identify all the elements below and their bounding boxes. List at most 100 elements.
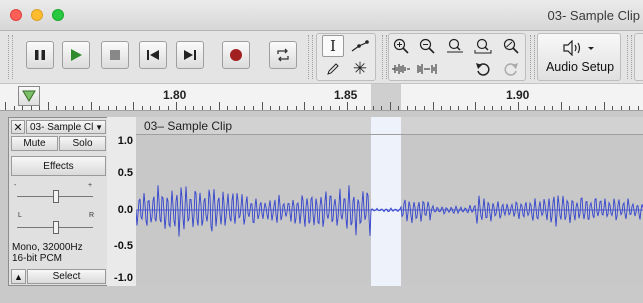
amplitude-label: 0.5: [117, 167, 133, 179]
ruler-tick: [47, 102, 49, 110]
zoom-toggle-button[interactable]: [500, 35, 522, 57]
skip-to-start-button[interactable]: [139, 41, 167, 69]
redo-button[interactable]: [500, 58, 522, 80]
ruler-tick: [535, 106, 537, 110]
stop-button[interactable]: [101, 41, 129, 69]
amplitude-label: 0.0: [117, 204, 133, 216]
zoom-out-button[interactable]: [416, 35, 438, 57]
ruler-tick: [458, 106, 460, 110]
zoom-in-button[interactable]: [390, 35, 412, 57]
ruler-label: 1.90: [506, 88, 530, 102]
multi-tool-button[interactable]: ✳: [349, 58, 371, 80]
ruler-tick: [603, 102, 605, 110]
zoom-fit-icon: [474, 38, 492, 54]
zoom-out-icon: [419, 38, 435, 54]
toolbar-grip[interactable]: [308, 35, 313, 79]
timeline-ruler[interactable]: 1.80 1.85 1.90: [0, 84, 643, 111]
toolbar-grip[interactable]: [530, 35, 535, 79]
collapse-track-button[interactable]: ▲: [11, 269, 26, 284]
ruler-tick: [99, 106, 101, 110]
ruler-tick: [184, 106, 186, 110]
toolbar-grip[interactable]: [627, 35, 632, 79]
ruler-tick: [124, 106, 126, 110]
ruler-tick: [612, 106, 614, 110]
undo-button[interactable]: [472, 58, 494, 80]
zoom-in-icon: [393, 38, 409, 54]
fit-project-button[interactable]: [472, 35, 494, 57]
envelope-tool-button[interactable]: [349, 35, 371, 57]
window-title: 03- Sample Clip: [547, 8, 641, 23]
pan-slider-thumb[interactable]: [53, 221, 59, 234]
pencil-icon: [327, 63, 339, 75]
ruler-tick: [201, 106, 203, 110]
redo-icon: [504, 63, 518, 76]
close-track-button[interactable]: ✕: [11, 120, 25, 134]
skip-to-end-button[interactable]: [176, 41, 204, 69]
edit-panel: [388, 33, 526, 81]
ruler-tick: [509, 106, 511, 110]
mute-button[interactable]: Mute: [11, 136, 58, 151]
ruler-tick: [475, 102, 477, 110]
amplitude-label: 1.0: [117, 135, 133, 147]
speaker-icon: [563, 40, 594, 56]
select-track-button[interactable]: Select: [27, 269, 106, 284]
ruler-tick: [22, 106, 24, 110]
ruler-tick: [133, 102, 135, 110]
ruler-tick: [270, 106, 272, 110]
waveform[interactable]: [136, 117, 643, 286]
record-icon: [230, 49, 242, 61]
ruler-tick: [466, 106, 468, 110]
clip-header[interactable]: 03– Sample Clip: [136, 117, 643, 135]
timeline-options-button[interactable]: [18, 86, 40, 106]
play-icon: [71, 49, 82, 61]
effects-button[interactable]: Effects: [11, 156, 106, 176]
silence-audio-button[interactable]: [416, 58, 438, 80]
trim-outside-button[interactable]: [390, 58, 412, 80]
record-button[interactable]: [222, 41, 250, 69]
audio-setup-button[interactable]: Audio Setup: [537, 33, 621, 81]
skip-to-start-icon: [147, 50, 159, 60]
share-audio-panel[interactable]: [634, 33, 643, 81]
toolbar-grip[interactable]: [8, 35, 13, 79]
ruler-tick: [5, 102, 6, 110]
pan-left-label: L: [18, 212, 22, 219]
ruler-tick: [577, 106, 579, 110]
ruler-tick: [560, 102, 562, 110]
audio-clip[interactable]: [136, 117, 643, 286]
asterisk-icon: ✳: [352, 59, 368, 78]
ruler-tick: [424, 106, 425, 110]
draw-tool-button[interactable]: [322, 58, 344, 80]
ruler-tick: [381, 106, 383, 110]
fit-selection-button[interactable]: [444, 35, 466, 57]
loop-button[interactable]: [269, 41, 297, 69]
ruler-tick: [595, 106, 596, 110]
ruler-tick: [304, 102, 306, 110]
close-window-button[interactable]: [10, 9, 22, 21]
triangle-up-icon: ▲: [14, 271, 23, 282]
ruler-tick: [261, 102, 263, 110]
pause-button[interactable]: [26, 41, 54, 69]
toolbar-grip[interactable]: [382, 35, 387, 79]
minimize-window-button[interactable]: [31, 9, 43, 21]
track-menu-button[interactable]: 03- Sample Cl ▼: [26, 120, 106, 134]
amplitude-label: -0.5: [114, 240, 133, 252]
ruler-tick: [629, 106, 631, 110]
undo-icon: [476, 63, 490, 76]
ruler-tick: [287, 106, 289, 110]
pause-icon: [35, 50, 45, 60]
gain-slider-thumb[interactable]: [53, 190, 59, 203]
ruler-tick: [218, 102, 220, 110]
ruler-tick: [637, 106, 639, 110]
play-button[interactable]: [62, 41, 90, 69]
silence-audio-icon: [417, 64, 437, 74]
close-icon: ✕: [13, 121, 23, 134]
gain-minus-label: -: [14, 182, 17, 189]
ruler-tick: [278, 106, 280, 110]
ruler-tick: [244, 106, 246, 110]
solo-button[interactable]: Solo: [59, 136, 106, 151]
stop-icon: [110, 50, 120, 60]
zoom-window-button[interactable]: [52, 9, 64, 21]
ruler-tick: [372, 106, 374, 110]
amplitude-ruler[interactable]: 1.0 0.5 0.0 -0.5 -1.0: [107, 117, 137, 286]
selection-tool-button[interactable]: I: [322, 35, 344, 57]
